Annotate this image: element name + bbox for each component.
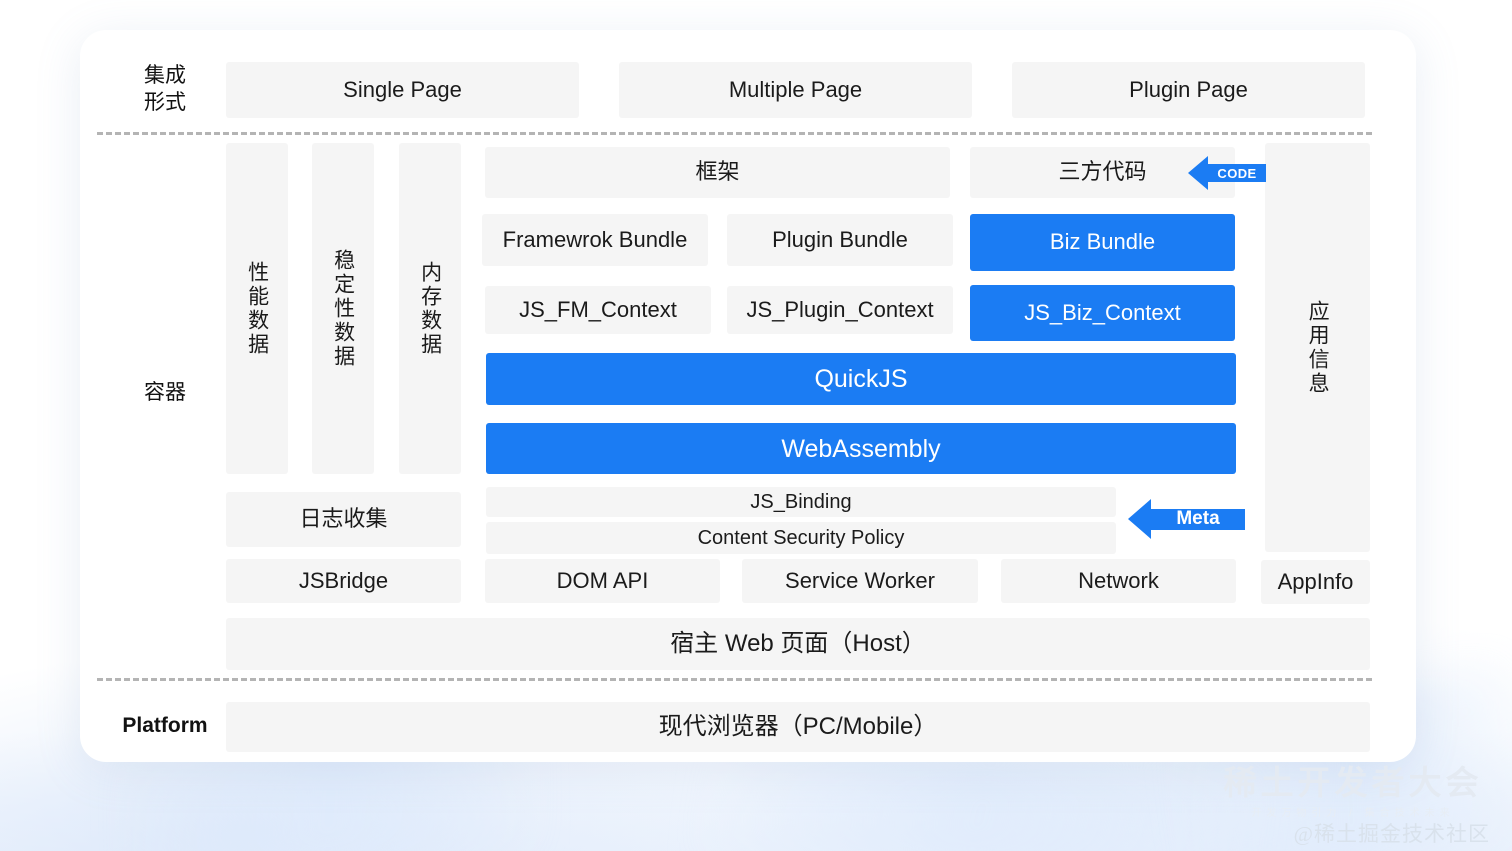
bundle-box-framework[interactable]: Framewrok Bundle (482, 214, 708, 266)
metric-column-stability[interactable]: 稳定性数据 (312, 143, 374, 474)
meta-arrow-head-icon (1128, 499, 1151, 539)
log-collection-box[interactable]: 日志收集 (226, 492, 461, 547)
bundle-box-plugin[interactable]: Plugin Bundle (727, 214, 953, 266)
bundle-box-biz[interactable]: Biz Bundle (970, 214, 1235, 271)
meta-arrow: Meta (1128, 498, 1245, 540)
binding-box-js-binding[interactable]: JS_Binding (486, 487, 1116, 517)
metric-column-app-info[interactable]: 应用信息 (1265, 143, 1370, 552)
slide-canvas: 集成 形式 Single Page Multiple Page Plugin P… (0, 0, 1512, 851)
context-box-biz[interactable]: JS_Biz_Context (970, 285, 1235, 341)
bridge-box-service-worker[interactable]: Service Worker (742, 559, 978, 603)
platform-label-text: Platform (122, 713, 208, 737)
code-arrow-head-icon (1188, 156, 1208, 190)
platform-section-label: Platform (105, 711, 225, 741)
divider-container-platform (97, 678, 1372, 681)
meta-arrow-shaft: Meta (1151, 508, 1245, 530)
integration-item-single-page[interactable]: Single Page (226, 62, 579, 118)
code-arrow: CODE (1188, 155, 1266, 191)
integration-item-plugin-page[interactable]: Plugin Page (1012, 62, 1365, 118)
divider-integration-container (97, 132, 1372, 135)
metric-column-performance[interactable]: 性能数据 (226, 143, 288, 474)
source-box-framework[interactable]: 框架 (485, 147, 950, 198)
integration-label-line2: 形式 (144, 91, 186, 114)
bridge-box-jsbridge[interactable]: JSBridge (226, 559, 461, 603)
platform-row-box[interactable]: 现代浏览器（PC/Mobile） (226, 702, 1370, 752)
bridge-box-network[interactable]: Network (1001, 559, 1236, 603)
code-arrow-label: CODE (1217, 165, 1257, 181)
container-label-text: 容器 (144, 380, 186, 404)
meta-arrow-label: Meta (1176, 508, 1220, 529)
engine-box-quickjs[interactable]: QuickJS (486, 353, 1236, 405)
bridge-box-dom-api[interactable]: DOM API (485, 559, 720, 603)
integration-section-label: 集成 形式 (105, 62, 225, 118)
container-section-label: 容器 (105, 378, 225, 408)
code-arrow-shaft: CODE (1208, 164, 1266, 182)
host-row-box[interactable]: 宿主 Web 页面（Host） (226, 618, 1370, 670)
bridge-box-appinfo[interactable]: AppInfo (1261, 560, 1370, 604)
integration-label-line1: 集成 (144, 64, 186, 88)
engine-box-webassembly[interactable]: WebAssembly (486, 423, 1236, 474)
context-box-fm[interactable]: JS_FM_Context (485, 286, 711, 334)
integration-item-multiple-page[interactable]: Multiple Page (619, 62, 972, 118)
binding-box-content-security-policy[interactable]: Content Security Policy (486, 522, 1116, 554)
context-box-plugin[interactable]: JS_Plugin_Context (727, 286, 953, 334)
metric-column-memory[interactable]: 内存数据 (399, 143, 461, 474)
